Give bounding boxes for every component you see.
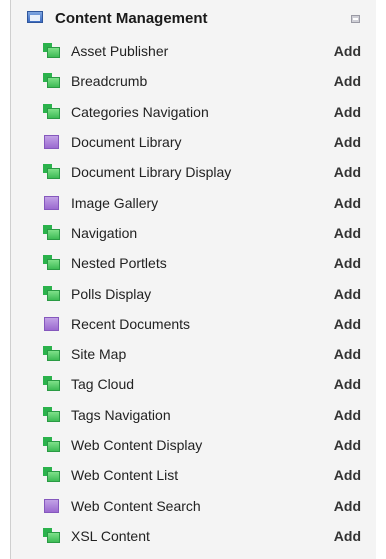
portlet-window-icon [27,11,45,25]
green-portlet-icon [43,437,61,453]
portlet-item-label: Document Library Display [71,164,232,181]
portlet-item-label: Asset Publisher [71,43,169,60]
portlet-item-label: Breadcrumb [71,73,148,90]
green-portlet-icon [43,164,61,180]
add-portlet-link[interactable]: Add [334,498,361,514]
purple-portlet-icon [43,316,61,332]
portlet-item-label: Image Gallery [71,194,159,211]
add-portlet-link[interactable]: Add [334,437,361,453]
portlet-item-label: Web Content List [71,467,179,484]
add-portlet-link[interactable]: Add [334,346,361,362]
purple-portlet-icon [43,134,61,150]
portlet-item[interactable]: Asset Publisher Add [11,36,376,66]
portlet-item-label: XSL Content [71,527,150,544]
portlet-item[interactable]: Nested Portlets Add [11,248,376,278]
add-portlet-link[interactable]: Add [334,104,361,120]
add-portlet-link[interactable]: Add [334,164,361,180]
portlet-item[interactable]: Image Gallery Add [11,187,376,217]
add-portlet-link[interactable]: Add [334,43,361,59]
portlet-item[interactable]: Web Content Search Add [11,490,376,520]
green-portlet-icon [43,406,61,423]
portlet-item[interactable]: Web Content List Add [11,460,376,490]
portlet-list: Asset Publisher Add Breadcrumb Add Categ… [11,36,376,551]
green-portlet-icon [43,527,61,544]
portlet-item[interactable]: Tag Cloud Add [11,369,376,399]
portlet-item-label: Site Map [71,346,127,363]
add-portlet-link[interactable]: Add [334,134,361,150]
add-portlet-link[interactable]: Add [334,316,361,332]
add-portlet-link[interactable]: Add [334,195,361,211]
portlet-item-label: Navigation [71,224,138,241]
add-portlet-link[interactable]: Add [334,73,361,89]
green-portlet-icon [43,73,61,89]
add-portlet-link[interactable]: Add [334,376,361,392]
portlet-item[interactable]: Document Library Display Add [11,157,376,187]
portlet-item-label: Tag Cloud [71,376,135,393]
add-portlet-link[interactable]: Add [334,255,361,271]
green-portlet-icon [43,43,61,59]
category-title: Content Management [55,9,208,27]
purple-portlet-icon [43,195,61,211]
add-portlet-link[interactable]: Add [334,286,361,302]
add-portlet-link[interactable]: Add [334,528,361,544]
portlet-item-label: Tags Navigation [71,406,171,423]
portlet-item[interactable]: Polls Display Add [11,278,376,308]
portlet-item-label: Nested Portlets [71,255,167,272]
portlet-item-label: Document Library [71,134,182,151]
green-portlet-icon [43,346,61,362]
portlet-item[interactable]: Breadcrumb Add [11,66,376,96]
portlet-item[interactable]: Document Library Add [11,127,376,157]
portlet-item[interactable]: Tags Navigation Add [11,400,376,430]
portlet-item[interactable]: XSL Content Add [11,521,376,551]
portlet-item-label: Web Content Search [71,497,201,514]
green-portlet-icon [43,103,61,120]
portlet-item-label: Web Content Display [71,437,203,453]
portlet-item-label: Polls Display [71,285,152,302]
add-portlet-link[interactable]: Add [334,467,361,483]
collapse-icon[interactable] [351,15,360,23]
green-portlet-icon [43,255,61,271]
portlet-category-panel: Content Management Asset Publisher Add B… [10,0,376,559]
green-portlet-icon [43,224,61,241]
add-portlet-link[interactable]: Add [334,407,361,423]
portlet-item-label: Categories Navigation [71,103,209,120]
portlet-item-label: Recent Documents [71,315,191,332]
purple-portlet-icon [43,498,61,514]
portlet-item[interactable]: Site Map Add [11,339,376,369]
portlet-item[interactable]: Web Content Display Add [11,430,376,460]
portlet-item[interactable]: Recent Documents Add [11,309,376,339]
add-portlet-link[interactable]: Add [334,225,361,241]
portlet-item[interactable]: Categories Navigation Add [11,97,376,127]
portlet-item[interactable]: Navigation Add [11,218,376,248]
green-portlet-icon [43,376,61,392]
green-portlet-icon [43,285,61,302]
green-portlet-icon [43,467,61,483]
category-header[interactable]: Content Management [11,0,376,36]
